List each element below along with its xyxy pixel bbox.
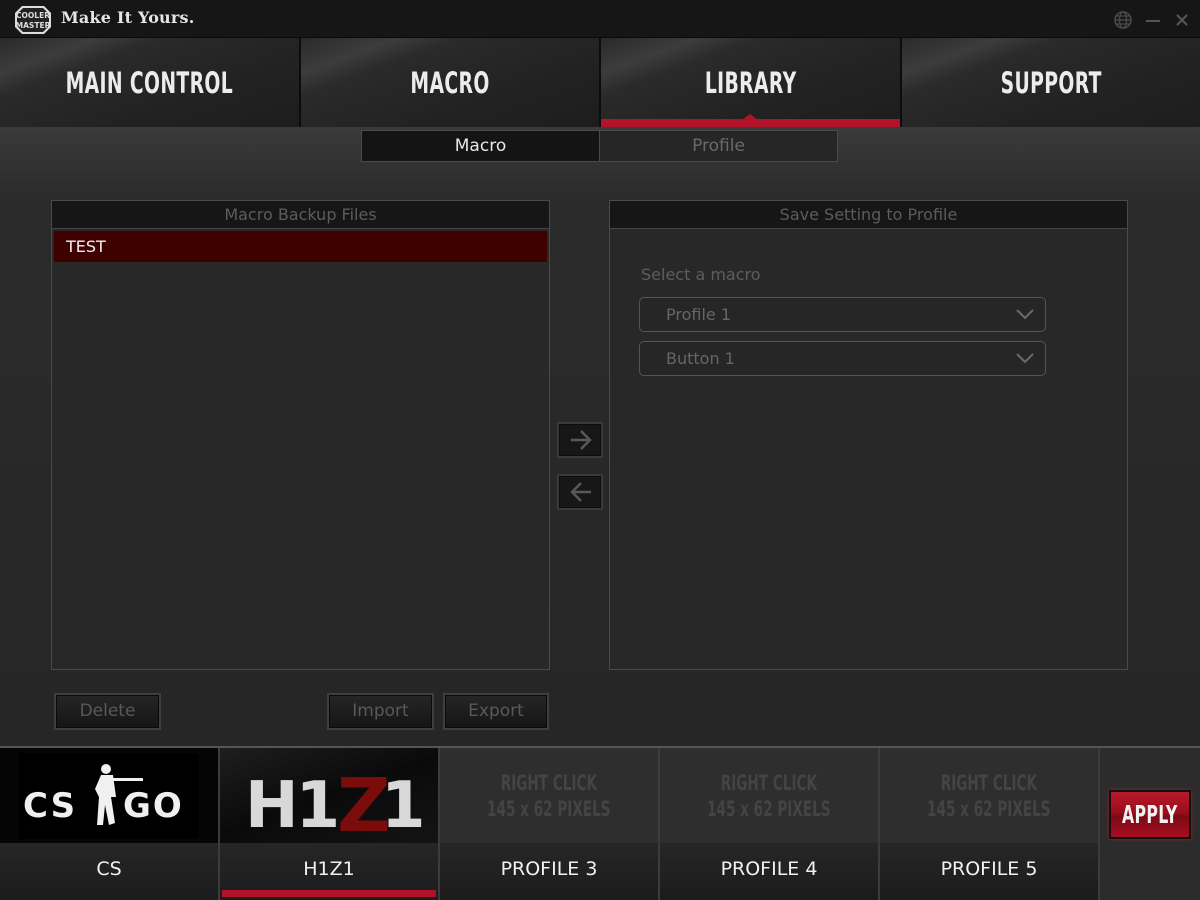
button-select[interactable]: Button 1 xyxy=(639,341,1046,376)
panel-title: Macro Backup Files xyxy=(52,201,549,229)
profile-name: PROFILE 3 xyxy=(440,843,658,900)
title-bar: COOLER MASTER Make It Yours. xyxy=(0,0,1200,38)
arrow-left-icon xyxy=(570,482,591,502)
button-select-value: Button 1 xyxy=(666,349,735,368)
cooler-master-logo: COOLER MASTER xyxy=(15,6,51,34)
placeholder-line: RIGHT CLICK xyxy=(500,770,598,795)
apply-button[interactable]: APPLY xyxy=(1109,790,1191,839)
tab-macro[interactable]: MACRO xyxy=(300,38,601,127)
profile-image-placeholder: RIGHT CLICK 145 x 62 PIXELS xyxy=(880,748,1098,843)
minimize-icon xyxy=(1146,20,1160,22)
placeholder-line: RIGHT CLICK xyxy=(940,770,1038,795)
subtab-macro[interactable]: Macro xyxy=(362,131,600,161)
close-button[interactable] xyxy=(1172,10,1192,30)
tab-support[interactable]: SUPPORT xyxy=(901,38,1200,127)
profile-image: H1 Z 1 xyxy=(220,748,438,843)
import-button[interactable]: Import xyxy=(327,693,434,730)
chevron-down-icon xyxy=(1016,353,1034,364)
profile-name: PROFILE 5 xyxy=(880,843,1098,900)
profile-slot-5[interactable]: RIGHT CLICK 145 x 62 PIXELS PROFILE 5 xyxy=(880,748,1100,900)
tab-main-control[interactable]: MAIN CONTROL xyxy=(0,38,301,127)
profile-name: CS xyxy=(0,843,218,900)
svg-text:1: 1 xyxy=(381,769,426,839)
profile-slot-cs[interactable]: CS GO CS xyxy=(0,748,220,900)
arrow-right-icon xyxy=(571,430,592,450)
svg-text:MASTER: MASTER xyxy=(16,21,51,30)
delete-button[interactable]: Delete xyxy=(54,693,161,730)
tab-label: MAIN CONTROL xyxy=(65,65,233,100)
profile-bar: CS GO CS H1 Z 1 H1Z1 RIGHT CLICK 145 x 6… xyxy=(0,746,1200,900)
panel-title: Save Setting to Profile xyxy=(610,201,1127,229)
subtab-profile[interactable]: Profile xyxy=(600,131,837,161)
profile-image: CS GO xyxy=(0,748,218,843)
sub-tabs: Macro Profile xyxy=(361,130,838,162)
profile-slot-h1z1[interactable]: H1 Z 1 H1Z1 xyxy=(220,748,440,900)
export-button[interactable]: Export xyxy=(443,693,549,730)
h1z1-logo: H1 Z 1 xyxy=(245,763,426,839)
load-from-profile-button[interactable] xyxy=(557,474,603,510)
tab-label: MACRO xyxy=(410,65,490,100)
macro-backup-panel: Macro Backup Files TEST xyxy=(51,200,550,670)
profile-name: H1Z1 xyxy=(220,843,438,900)
tab-library[interactable]: LIBRARY xyxy=(601,38,902,127)
globe-icon xyxy=(1114,11,1132,29)
svg-text:CS: CS xyxy=(23,786,77,826)
apply-label: APPLY xyxy=(1122,800,1178,829)
csgo-logo: CS GO xyxy=(19,752,199,839)
minimize-button[interactable] xyxy=(1143,10,1163,30)
profile-select-value: Profile 1 xyxy=(666,305,732,324)
placeholder-line: 145 x 62 PIXELS xyxy=(707,796,831,821)
svg-text:H1: H1 xyxy=(245,769,337,839)
placeholder-line: 145 x 62 PIXELS xyxy=(487,796,611,821)
close-icon xyxy=(1176,14,1188,26)
tab-label: SUPPORT xyxy=(1000,65,1102,100)
profile-slot-3[interactable]: RIGHT CLICK 145 x 62 PIXELS PROFILE 3 xyxy=(440,748,660,900)
tab-label: LIBRARY xyxy=(704,65,797,100)
list-item[interactable]: TEST xyxy=(54,231,547,262)
chevron-down-icon xyxy=(1016,309,1034,320)
profile-name: PROFILE 4 xyxy=(660,843,878,900)
svg-text:COOLER: COOLER xyxy=(16,11,50,20)
placeholder-line: RIGHT CLICK xyxy=(720,770,818,795)
svg-text:GO: GO xyxy=(123,786,184,826)
main-nav: MAIN CONTROL MACRO LIBRARY SUPPORT xyxy=(0,38,1200,127)
select-macro-label: Select a macro xyxy=(641,265,761,284)
profile-image-placeholder: RIGHT CLICK 145 x 62 PIXELS xyxy=(660,748,878,843)
brand-tagline: Make It Yours. xyxy=(61,8,195,27)
placeholder-line: 145 x 62 PIXELS xyxy=(927,796,1051,821)
profile-select[interactable]: Profile 1 xyxy=(639,297,1046,332)
profile-slot-4[interactable]: RIGHT CLICK 145 x 62 PIXELS PROFILE 4 xyxy=(660,748,880,900)
language-button[interactable] xyxy=(1113,10,1133,30)
save-to-profile-button[interactable] xyxy=(557,422,603,458)
save-setting-panel: Save Setting to Profile Select a macro P… xyxy=(609,200,1128,670)
profile-image-placeholder: RIGHT CLICK 145 x 62 PIXELS xyxy=(440,748,658,843)
apply-zone: APPLY xyxy=(1100,748,1200,900)
library-content: Macro Profile Macro Backup Files TEST Sa… xyxy=(0,127,1200,746)
